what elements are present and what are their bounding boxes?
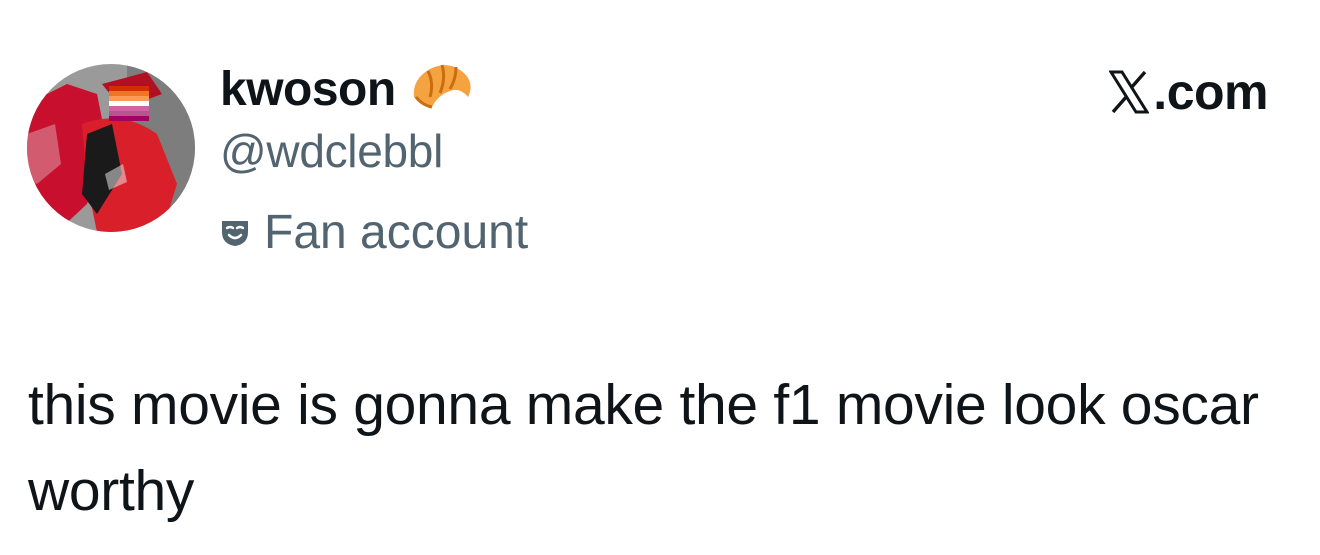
x-logo-icon	[1108, 70, 1151, 114]
avatar-image	[27, 64, 195, 232]
brand-text: .com	[1153, 64, 1268, 120]
user-handle[interactable]: @wdclebbl	[220, 128, 443, 174]
avatar[interactable]	[27, 64, 195, 232]
tweet-card: kwoson @wdclebbl Fan account .com this m…	[0, 0, 1320, 555]
account-label: Fan account	[220, 205, 528, 261]
account-label-text: Fan account	[264, 206, 529, 259]
theater-mask-icon	[220, 218, 250, 248]
tweet-text: this movie is gonna make the f1 movie lo…	[28, 373, 1259, 523]
display-name-row: kwoson	[220, 58, 474, 122]
display-name[interactable]: kwoson	[220, 66, 396, 114]
croissant-icon	[408, 57, 474, 123]
brand-watermark: .com	[1108, 62, 1268, 122]
